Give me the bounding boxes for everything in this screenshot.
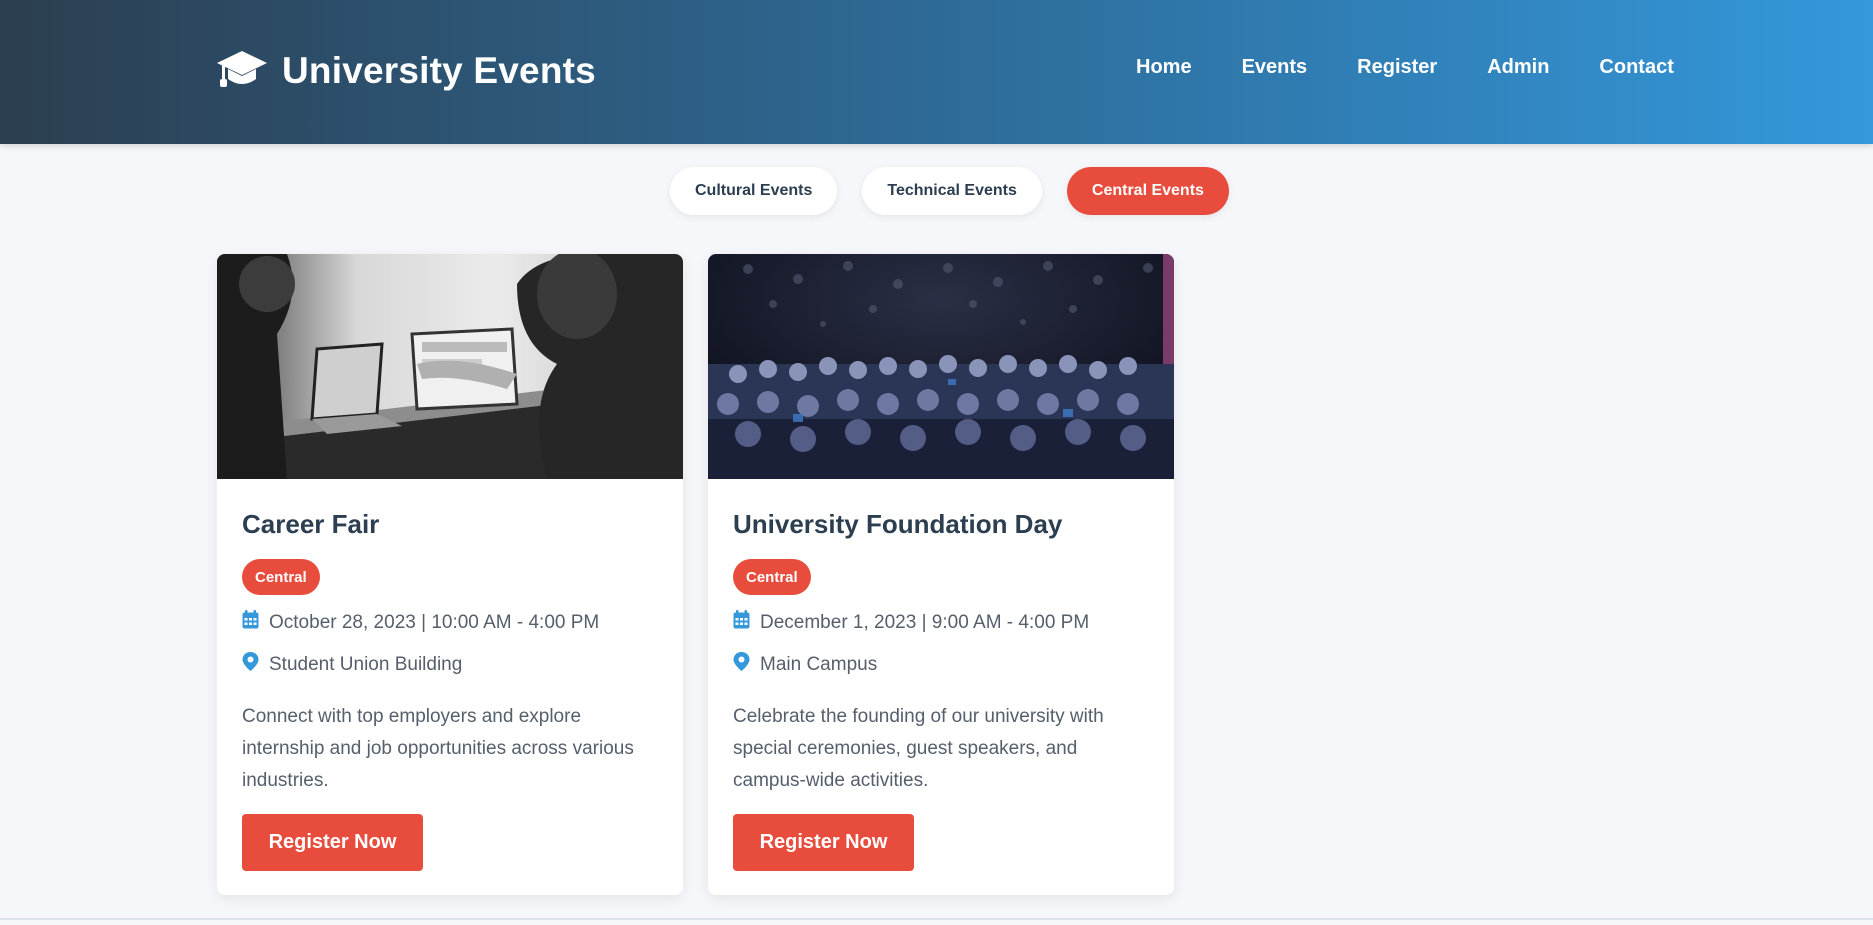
event-title: University Foundation Day (733, 509, 1063, 539)
filter-central-events[interactable]: Central Events (1066, 167, 1229, 215)
nav-contact[interactable]: Contact (1599, 56, 1673, 79)
register-now-button[interactable]: Register Now (242, 814, 423, 871)
event-location-text: Student Union Building (269, 653, 463, 675)
calendar-icon (733, 610, 750, 635)
event-filters: Cultural Events Technical Events Central… (670, 167, 1229, 215)
map-pin-icon (242, 652, 259, 677)
event-location: Main Campus (733, 652, 877, 677)
nav-register[interactable]: Register (1357, 56, 1437, 79)
nav-admin[interactable]: Admin (1487, 56, 1549, 79)
site-title: University Events (282, 50, 596, 91)
event-title: Career Fair (242, 509, 380, 539)
category-badge: Central (733, 559, 811, 595)
event-image-foundation-day (708, 254, 1174, 479)
event-card: University Foundation Day Central Decemb… (708, 254, 1174, 895)
nav-events[interactable]: Events (1242, 56, 1308, 79)
calendar-icon (242, 610, 259, 635)
event-card: Career Fair Central October 28, 2023 | 1… (217, 254, 683, 895)
event-location-text: Main Campus (760, 653, 878, 675)
event-image-career-fair (217, 254, 683, 479)
map-pin-icon (733, 652, 750, 677)
page-divider (0, 918, 1873, 920)
event-date: December 1, 2023 | 9:00 AM - 4:00 PM (733, 610, 1089, 635)
nav-home[interactable]: Home (1136, 56, 1192, 79)
graduation-cap-icon (216, 49, 268, 94)
filter-cultural-events[interactable]: Cultural Events (670, 167, 838, 215)
event-description: Celebrate the founding of our university… (733, 706, 1104, 791)
register-now-button[interactable]: Register Now (733, 814, 914, 871)
site-header: University Events Home Events Register A… (0, 0, 1873, 144)
event-date-text: December 1, 2023 | 9:00 AM - 4:00 PM (760, 611, 1090, 633)
event-date-text: October 28, 2023 | 10:00 AM - 4:00 PM (269, 611, 600, 633)
event-description: Connect with top employers and explore i… (242, 706, 634, 791)
site-logo[interactable]: University Events (216, 46, 596, 96)
main-nav: Home Events Register Admin Contact (1136, 56, 1674, 79)
event-date: October 28, 2023 | 10:00 AM - 4:00 PM (242, 610, 599, 635)
event-location: Student Union Building (242, 652, 462, 677)
filter-technical-events[interactable]: Technical Events (862, 167, 1042, 215)
category-badge: Central (242, 559, 320, 595)
